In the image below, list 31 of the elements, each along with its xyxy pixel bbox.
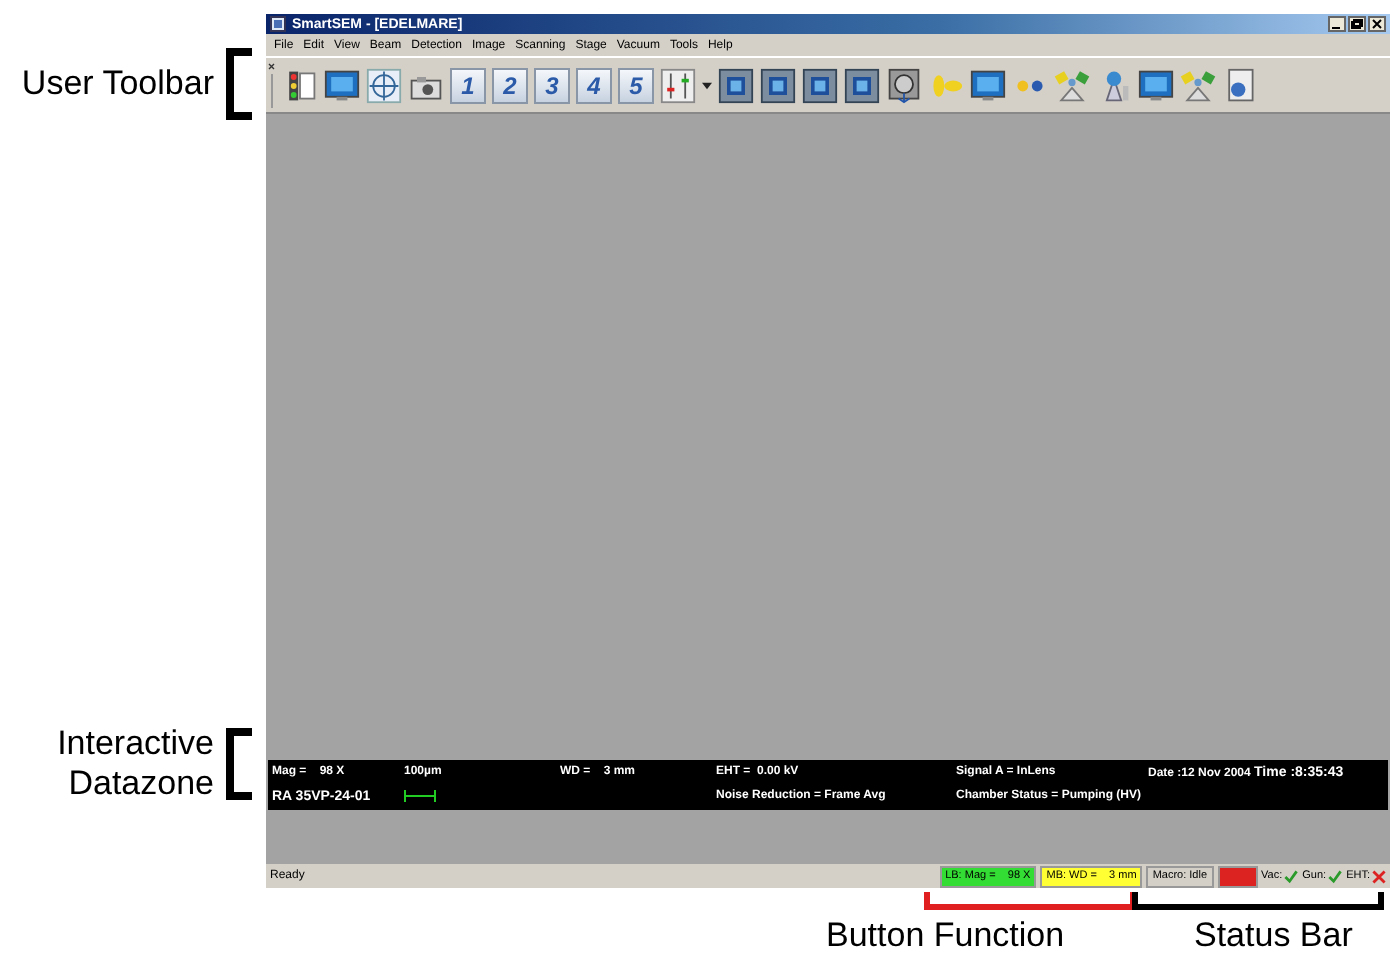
caret-icon[interactable] bbox=[702, 81, 712, 89]
restore-icon[interactable] bbox=[1348, 16, 1366, 32]
bracket bbox=[226, 48, 252, 120]
image-icon[interactable] bbox=[760, 67, 796, 103]
monitor-icon[interactable] bbox=[324, 67, 360, 103]
grip-icon[interactable] bbox=[268, 61, 276, 109]
minimize-icon[interactable] bbox=[1328, 16, 1346, 32]
numbered-button[interactable]: 3 bbox=[534, 67, 570, 103]
close-icon[interactable] bbox=[1368, 16, 1386, 32]
monitor-icon[interactable] bbox=[1138, 67, 1174, 103]
monitor-icon[interactable] bbox=[970, 67, 1006, 103]
image-icon[interactable] bbox=[802, 67, 838, 103]
app-icon bbox=[270, 16, 286, 32]
annotation-label: Status Bar bbox=[1194, 916, 1353, 956]
bracket bbox=[226, 728, 252, 800]
numbered-button[interactable]: 5 bbox=[618, 67, 654, 103]
numbered-button[interactable]: 1 bbox=[450, 67, 486, 103]
document-icon[interactable] bbox=[1222, 67, 1258, 103]
image-icon[interactable] bbox=[718, 67, 754, 103]
numbered-button[interactable]: 2 bbox=[492, 67, 528, 103]
scale-bar bbox=[404, 790, 436, 802]
annotation-label: User Toolbar bbox=[19, 64, 214, 104]
image-icon[interactable] bbox=[844, 67, 880, 103]
crosshair-icon[interactable] bbox=[366, 67, 402, 103]
annotation-label: Button Function bbox=[826, 916, 1065, 956]
annotation-label: Interactive Datazone bbox=[55, 724, 214, 804]
numbered-button[interactable]: 4 bbox=[576, 67, 612, 103]
dial-icon[interactable] bbox=[886, 67, 922, 103]
satellite-icon[interactable] bbox=[1180, 67, 1216, 103]
sliders-icon[interactable] bbox=[660, 67, 696, 103]
satellite-icon[interactable] bbox=[1054, 67, 1090, 103]
